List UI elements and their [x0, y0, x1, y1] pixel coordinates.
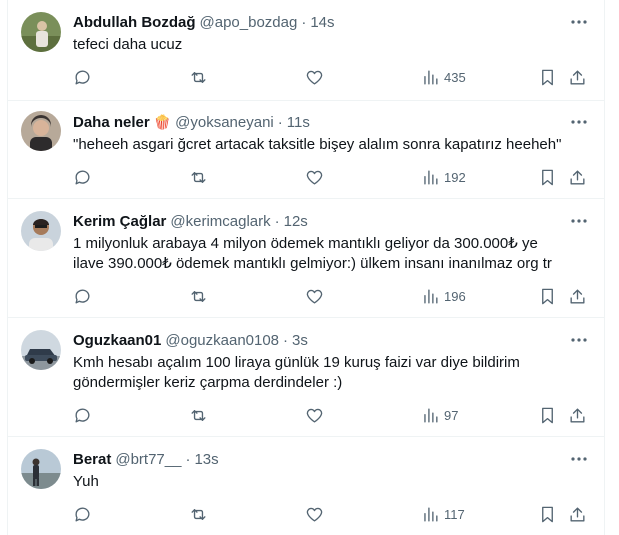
reply-icon[interactable]: [73, 166, 92, 188]
share-icon[interactable]: [568, 285, 587, 307]
avatar[interactable]: [21, 12, 61, 52]
reply-icon[interactable]: [73, 66, 92, 88]
author-name[interactable]: Abdullah Bozdağ: [73, 14, 196, 31]
more-dots-icon[interactable]: [568, 211, 590, 231]
heart-icon[interactable]: [305, 503, 324, 525]
heart-icon[interactable]: [305, 404, 324, 426]
separator: ·: [274, 212, 280, 230]
views-chart-icon: [424, 407, 438, 423]
separator: ·: [283, 331, 289, 349]
bookmark-icon[interactable]: [538, 285, 557, 307]
timestamp[interactable]: 13s: [194, 451, 218, 468]
author-name[interactable]: Oguzkaan01: [73, 332, 161, 349]
heart-icon[interactable]: [305, 166, 324, 188]
tweet-text: tefeci daha ucuz: [73, 35, 583, 55]
author-handle[interactable]: @apo_bozdag: [200, 14, 298, 31]
view-count: 192: [444, 169, 466, 185]
author-name[interactable]: Daha neler: [73, 114, 150, 131]
tweet-text-line: Kmh hesabı açalım 100 liraya günlük 19 k…: [73, 354, 520, 371]
share-icon[interactable]: [568, 166, 587, 188]
timeline-feed: Abdullah Bozdağ @apo_bozdag · 14s tefeci…: [7, 0, 605, 535]
reply-icon[interactable]: [73, 503, 92, 525]
more-dots-icon[interactable]: [568, 112, 590, 132]
bookmark-icon[interactable]: [538, 404, 557, 426]
view-count: 117: [444, 506, 465, 522]
heart-icon[interactable]: [305, 66, 324, 88]
action-bar: 117: [8, 503, 604, 525]
tweet-text: "heheeh asgari ğcret artacak taksitle bi…: [73, 135, 583, 155]
retweet-icon[interactable]: [189, 404, 208, 426]
retweet-icon[interactable]: [189, 285, 208, 307]
views-chart-icon: [424, 506, 438, 522]
reply-icon[interactable]: [73, 404, 92, 426]
view-count: 435: [444, 69, 466, 85]
tweet[interactable]: Abdullah Bozdağ @apo_bozdag · 14s tefeci…: [8, 0, 604, 101]
tweet-text: 1 milyonluk arabaya 4 milyon ödemek mant…: [73, 234, 583, 274]
views-button[interactable]: 117: [421, 503, 465, 525]
author-handle[interactable]: @yoksaneyani: [175, 114, 274, 131]
tweet-text-line: göndermişler keriz çarpma derdindeler :): [73, 374, 343, 391]
views-chart-icon: [424, 169, 438, 185]
action-bar: 435: [8, 66, 604, 88]
separator: ·: [301, 13, 307, 31]
retweet-icon[interactable]: [189, 166, 208, 188]
tweet-text-line: ilave 390.000₺ ödemek mantıklı gelmiyor:…: [73, 255, 552, 272]
avatar[interactable]: [21, 211, 61, 251]
timestamp[interactable]: 11s: [287, 114, 310, 131]
views-button[interactable]: 192: [421, 166, 466, 188]
tweet-text-line: tefeci daha ucuz: [73, 36, 183, 53]
popcorn-emoji: 🍿: [153, 113, 172, 130]
action-bar: 97: [8, 404, 604, 426]
tweet-text-line: Yuh: [73, 473, 99, 490]
author-name[interactable]: Kerim Çağlar: [73, 213, 166, 230]
avatar[interactable]: [21, 449, 61, 489]
action-bar: 192: [8, 166, 604, 188]
share-icon[interactable]: [568, 66, 587, 88]
heart-icon[interactable]: [305, 285, 324, 307]
avatar[interactable]: [21, 111, 61, 151]
tweet-text-line: 1 milyonluk arabaya 4 milyon ödemek mant…: [73, 235, 538, 252]
timestamp[interactable]: 3s: [292, 332, 308, 349]
separator: ·: [277, 113, 283, 131]
bookmark-icon[interactable]: [538, 503, 557, 525]
views-chart-icon: [424, 288, 438, 304]
author-handle[interactable]: @brt77__: [115, 451, 181, 468]
view-count: 97: [444, 407, 459, 423]
retweet-icon[interactable]: [189, 503, 208, 525]
tweet[interactable]: Daha neler 🍿 @yoksaneyani · 11s "heheeh …: [8, 101, 604, 199]
bookmark-icon[interactable]: [538, 66, 557, 88]
timestamp[interactable]: 12s: [284, 213, 308, 230]
avatar[interactable]: [21, 330, 61, 370]
tweet-text: Kmh hesabı açalım 100 liraya günlük 19 k…: [73, 353, 583, 393]
author-name[interactable]: Berat: [73, 451, 111, 468]
bookmark-icon[interactable]: [538, 166, 557, 188]
more-dots-icon[interactable]: [568, 449, 590, 469]
author-handle[interactable]: @oguzkaan0108: [165, 332, 279, 349]
more-dots-icon[interactable]: [568, 12, 590, 32]
views-button[interactable]: 435: [421, 66, 466, 88]
share-icon[interactable]: [568, 404, 587, 426]
retweet-icon[interactable]: [189, 66, 208, 88]
tweet[interactable]: Kerim Çağlar @kerimcaglark · 12s 1 milyo…: [8, 199, 604, 318]
tweet[interactable]: Berat @brt77__ · 13s Yuh 117: [8, 437, 604, 535]
tweet[interactable]: Oguzkaan01 @oguzkaan0108 · 3s Kmh hesabı…: [8, 318, 604, 437]
tweet-text: Yuh: [73, 472, 583, 492]
views-chart-icon: [424, 69, 438, 85]
views-button[interactable]: 97: [421, 404, 458, 426]
reply-icon[interactable]: [73, 285, 92, 307]
author-handle[interactable]: @kerimcaglark: [170, 213, 270, 230]
tweet-text-line: "heheeh asgari ğcret artacak taksitle bi…: [73, 136, 562, 153]
view-count: 196: [444, 288, 466, 304]
views-button[interactable]: 196: [421, 285, 466, 307]
separator: ·: [185, 450, 191, 468]
timestamp[interactable]: 14s: [310, 14, 334, 31]
action-bar: 196: [8, 285, 604, 307]
share-icon[interactable]: [568, 503, 587, 525]
more-dots-icon[interactable]: [568, 330, 590, 350]
